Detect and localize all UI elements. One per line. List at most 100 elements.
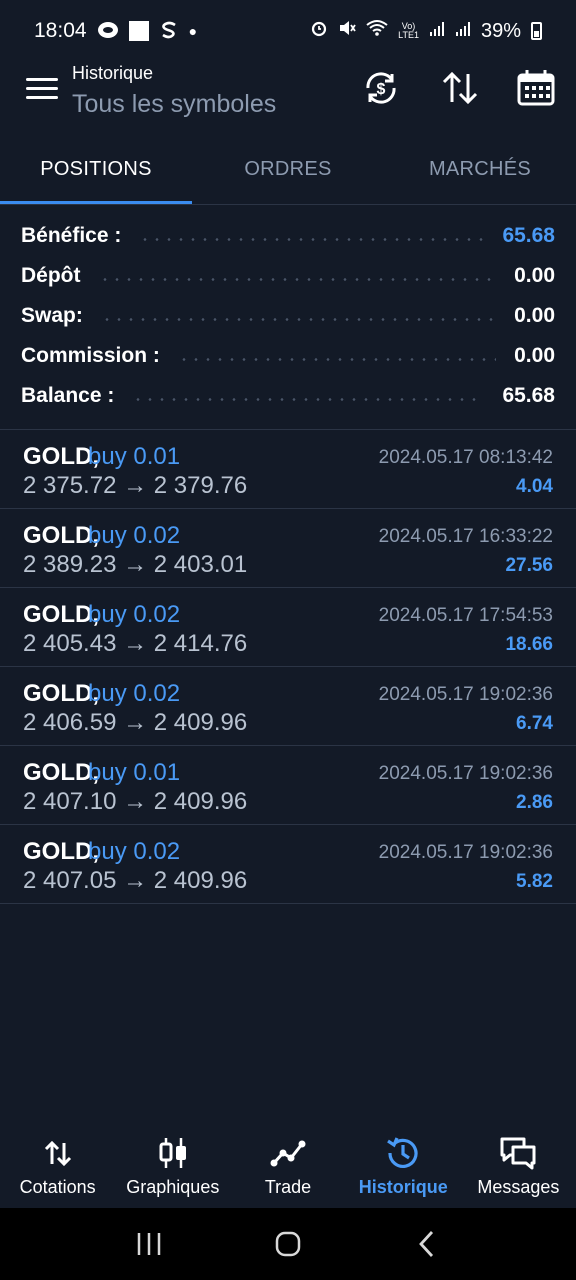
nav-label: Trade bbox=[264, 1177, 312, 1197]
deposit-value: 0.00 bbox=[514, 264, 555, 287]
bottom-nav: Cotations Graphiques Trade Historique Me… bbox=[0, 1122, 576, 1208]
nav-quotes[interactable]: Cotations bbox=[0, 1122, 115, 1208]
nav-history[interactable]: Historique bbox=[346, 1122, 461, 1208]
back-icon[interactable] bbox=[407, 1224, 447, 1264]
trade-side: buy 0.01 bbox=[88, 759, 181, 786]
status-bar-right: Vo) LTE1 39% bbox=[310, 19, 542, 43]
calendar-icon[interactable] bbox=[516, 68, 556, 108]
commission-value: 0.00 bbox=[514, 344, 555, 367]
symbol-filter[interactable]: Tous les symboles bbox=[72, 90, 276, 119]
trade-profit: 2.86 bbox=[516, 792, 553, 813]
status-bar: 18:04 ● Vo) LTE1 39% bbox=[0, 0, 576, 62]
currency-sync-icon[interactable]: $ bbox=[361, 68, 401, 108]
menu-button[interactable] bbox=[26, 78, 58, 102]
chat-bubbles-icon bbox=[499, 1134, 537, 1172]
status-time: 18:04 bbox=[34, 19, 87, 42]
trade-time: 2024.05.17 19:02:36 bbox=[378, 684, 553, 705]
trade-prices: 2 407.10 → 2 409.96 bbox=[23, 788, 248, 815]
trade-profit: 6.74 bbox=[516, 713, 553, 734]
swap-label: Swap: bbox=[21, 304, 83, 327]
trade-time: 2024.05.17 17:54:53 bbox=[378, 605, 553, 626]
square-icon bbox=[128, 21, 149, 41]
summary-row-commission: Commission : 0.00 bbox=[0, 336, 576, 376]
trade-side: buy 0.02 bbox=[88, 680, 181, 707]
trade-row[interactable]: GOLD, buy 0.02 2 405.43 → 2 414.76 2024.… bbox=[0, 588, 576, 667]
battery-percent: 39% bbox=[480, 19, 521, 42]
swap-value: 0.00 bbox=[514, 304, 555, 327]
nav-trade[interactable]: Trade bbox=[230, 1122, 345, 1208]
quotes-arrows-icon bbox=[39, 1134, 77, 1172]
trade-row[interactable]: GOLD, buy 0.02 2 406.59 → 2 409.96 2024.… bbox=[0, 667, 576, 746]
history-clock-icon bbox=[384, 1134, 422, 1172]
home-icon[interactable] bbox=[268, 1224, 308, 1264]
signal-2-icon bbox=[455, 20, 471, 43]
trade-side: buy 0.02 bbox=[88, 522, 181, 549]
tab-divider bbox=[0, 204, 576, 205]
nav-charts[interactable]: Graphiques bbox=[115, 1122, 230, 1208]
commission-label: Commission : bbox=[21, 344, 160, 367]
nav-label: Historique bbox=[358, 1177, 448, 1197]
dot-leader bbox=[139, 237, 485, 241]
status-bar-left: 18:04 ● bbox=[34, 19, 197, 43]
summary-row-deposit: Dépôt 0.00 bbox=[0, 256, 576, 296]
dot-icon: ● bbox=[188, 23, 198, 39]
tab-bar: POSITIONS ORDRES MARCHÉS bbox=[0, 134, 576, 204]
deposit-label: Dépôt bbox=[21, 264, 81, 287]
trade-time: 2024.05.17 19:02:36 bbox=[378, 763, 553, 784]
trade-list: GOLD, buy 0.01 2 375.72 → 2 379.76 2024.… bbox=[0, 430, 576, 904]
trend-line-icon bbox=[269, 1134, 307, 1172]
summary-row-profit: Bénéfice : 65.68 bbox=[0, 216, 576, 256]
mute-icon bbox=[338, 19, 356, 43]
app-header: Historique Tous les symboles $ bbox=[0, 62, 576, 132]
trade-prices: 2 407.05 → 2 409.96 bbox=[23, 867, 248, 894]
nav-label: Messages bbox=[477, 1177, 560, 1197]
tab-orders[interactable]: ORDRES bbox=[192, 134, 384, 204]
trade-prices: 2 405.43 → 2 414.76 bbox=[23, 630, 248, 657]
trade-row[interactable]: GOLD, buy 0.02 2 389.23 → 2 403.01 2024.… bbox=[0, 509, 576, 588]
system-nav-bar bbox=[0, 1208, 576, 1280]
profit-label: Bénéfice : bbox=[21, 224, 122, 247]
battery-icon bbox=[531, 22, 542, 40]
nav-label: Cotations bbox=[19, 1177, 96, 1197]
trade-time: 2024.05.17 16:33:22 bbox=[378, 526, 553, 547]
balance-value: 65.68 bbox=[502, 384, 555, 407]
signal-icon bbox=[429, 20, 445, 43]
trade-prices: 2 389.23 → 2 403.01 bbox=[23, 551, 248, 578]
whatsapp-icon bbox=[97, 20, 119, 43]
trade-prices: 2 406.59 → 2 409.96 bbox=[23, 709, 248, 736]
s-icon bbox=[159, 20, 179, 43]
trade-prices: 2 375.72 → 2 379.76 bbox=[23, 472, 248, 499]
summary-row-balance: Balance : 65.68 bbox=[0, 376, 576, 416]
summary-row-swap: Swap: 0.00 bbox=[0, 296, 576, 336]
menu-icon-line bbox=[26, 87, 58, 90]
volte-icon: Vo) LTE1 bbox=[398, 21, 419, 40]
trade-profit: 5.82 bbox=[516, 871, 553, 892]
trade-time: 2024.05.17 19:02:36 bbox=[378, 842, 553, 863]
nav-messages[interactable]: Messages bbox=[461, 1122, 576, 1208]
trade-row[interactable]: GOLD, buy 0.01 2 407.10 → 2 409.96 2024.… bbox=[0, 746, 576, 825]
nav-label: Graphiques bbox=[126, 1177, 220, 1197]
trade-side: buy 0.01 bbox=[88, 443, 181, 470]
menu-icon-line bbox=[26, 78, 58, 81]
recent-apps-icon[interactable] bbox=[129, 1224, 169, 1264]
dot-leader bbox=[177, 357, 497, 361]
trade-row[interactable]: GOLD, buy 0.01 2 375.72 → 2 379.76 2024.… bbox=[0, 430, 576, 509]
profit-value: 65.68 bbox=[502, 224, 555, 247]
trade-time: 2024.05.17 08:13:42 bbox=[378, 447, 553, 468]
sort-icon[interactable] bbox=[440, 68, 480, 108]
wifi-icon bbox=[366, 19, 388, 43]
trade-profit: 4.04 bbox=[516, 476, 553, 497]
page-title: Historique bbox=[72, 63, 154, 83]
menu-icon-line bbox=[26, 96, 58, 99]
tab-positions[interactable]: POSITIONS bbox=[0, 134, 192, 204]
trade-profit: 27.56 bbox=[505, 555, 553, 576]
trade-side: buy 0.02 bbox=[88, 601, 181, 628]
trade-row[interactable]: GOLD, buy 0.02 2 407.05 → 2 409.96 2024.… bbox=[0, 825, 576, 904]
dot-leader bbox=[100, 317, 497, 321]
summary-panel: Bénéfice : 65.68 Dépôt 0.00 Swap: 0.00 C… bbox=[0, 216, 576, 416]
candlestick-icon bbox=[154, 1134, 192, 1172]
balance-label: Balance : bbox=[21, 384, 115, 407]
alarm-icon bbox=[310, 19, 328, 43]
tab-deals[interactable]: MARCHÉS bbox=[384, 134, 576, 204]
trade-side: buy 0.02 bbox=[88, 838, 181, 865]
